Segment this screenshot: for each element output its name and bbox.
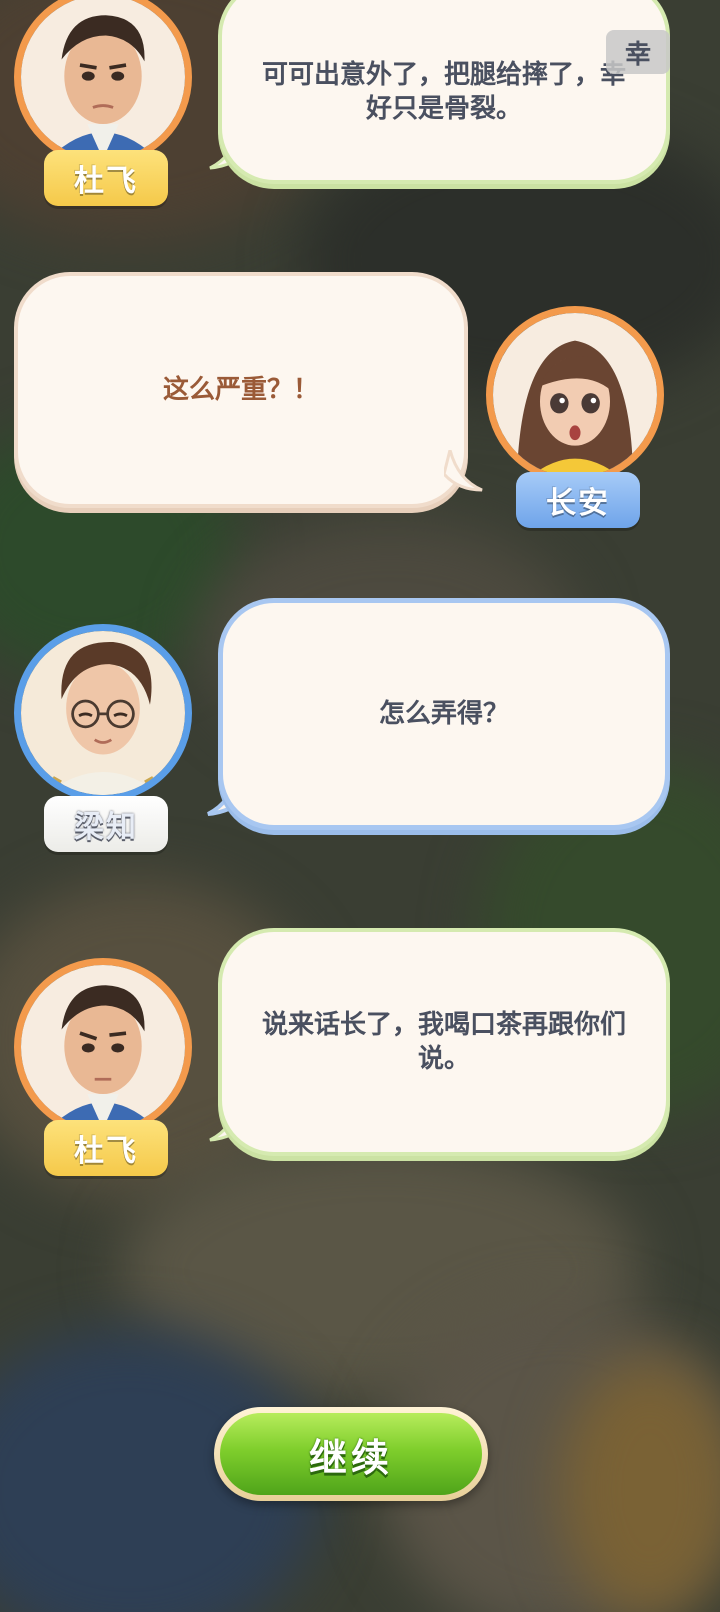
speaker-nametag-dufei: 杜飞 [44,150,168,206]
continue-button[interactable]: 继续 [214,1407,488,1501]
dialogue-text-3: 怎么弄得？ [378,699,509,729]
liangzhi-portrait [14,624,192,802]
dialogue-text-4: 说来话长了，我喝口茶再跟你们说。 [261,1010,626,1074]
dialogue-bubble-1: 可可出意外了，把腿给摔了，幸好只是骨裂。 [218,0,670,184]
speaker-nametag-changan: 长安 [516,472,640,528]
dufei-portrait [14,958,192,1136]
dialogue-bubble-2: 这么严重？！ [14,272,468,508]
changan-portrait [486,306,664,484]
dialogue-text-2: 这么严重？！ [162,375,319,405]
speaker-nametag-liangzhi: 梁知 [44,796,168,852]
dialogue-bubble-3: 怎么弄得？ [218,598,670,830]
bubble-tail [444,450,483,492]
dialogue-text-1: 可可出意外了，把腿给摔了，幸好只是骨裂。 [261,60,626,124]
speaker-nametag-dufei: 杜飞 [44,1120,168,1176]
text-overlay-chip: 幸 [606,30,670,74]
dialogue-bubble-4: 说来话长了，我喝口茶再跟你们说。 [218,928,670,1156]
continue-button-label: 继续 [220,1413,482,1495]
